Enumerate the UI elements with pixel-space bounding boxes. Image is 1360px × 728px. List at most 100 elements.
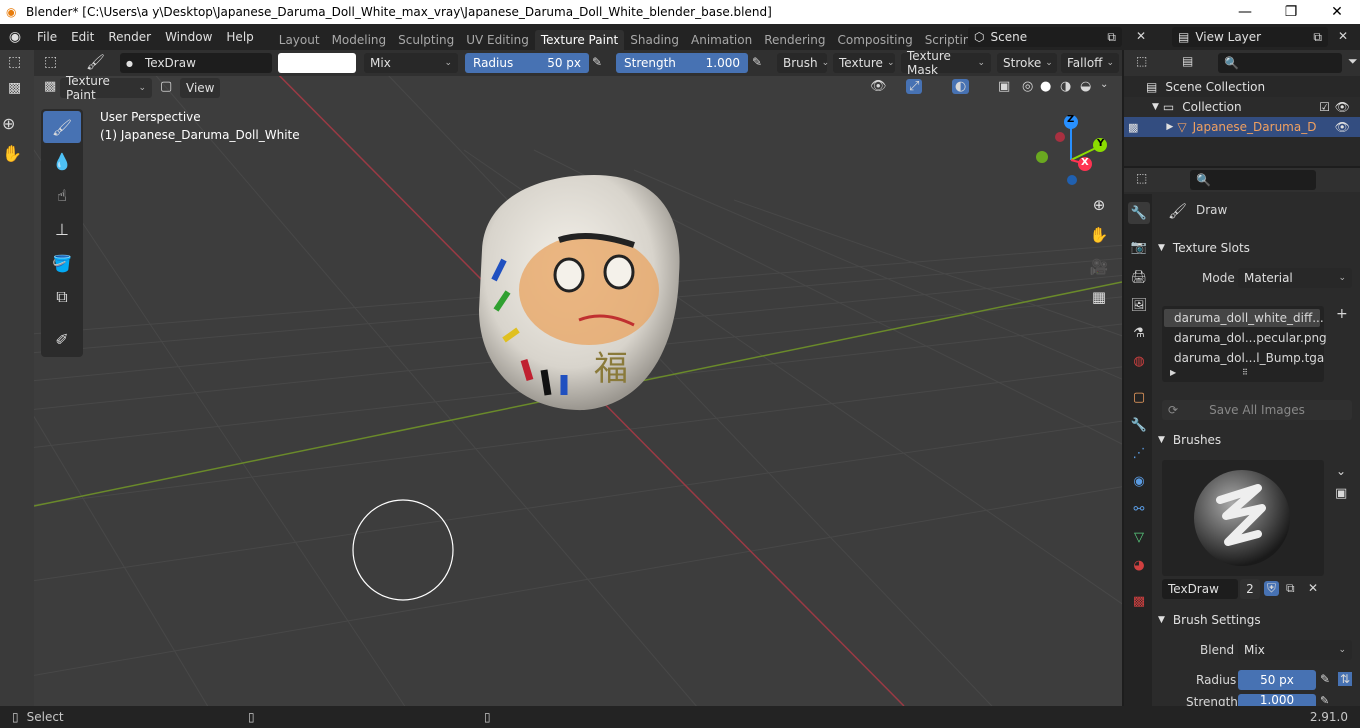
view-layer-new-icon[interactable]: ⧉ — [1313, 30, 1322, 45]
xray-toggle-icon[interactable]: ▣ — [998, 79, 1010, 94]
fake-user-shield-icon[interactable]: ⛨ — [1264, 581, 1280, 596]
data-tab-icon[interactable]: ▽ — [1128, 526, 1150, 548]
mask-tool-icon[interactable]: ⧉ — [43, 281, 81, 313]
visibility-icon[interactable]: 👁 — [870, 79, 887, 94]
outliner-row-scene-collection[interactable]: ▤ Scene Collection — [1124, 77, 1360, 97]
view-menu[interactable]: View — [180, 78, 220, 98]
menu-help[interactable]: Help — [219, 30, 260, 44]
outliner-search-input[interactable]: 🔍 — [1218, 53, 1342, 73]
eye-icon[interactable]: 👁 — [1335, 120, 1350, 134]
menu-brush[interactable]: Brush ⌄ — [777, 53, 829, 73]
brush-name-field[interactable]: ● TexDraw — [120, 53, 272, 73]
brush-specials-chevron-icon[interactable]: ⌄ — [1336, 464, 1346, 478]
menu-edit[interactable]: Edit — [64, 30, 101, 44]
mask-toggle-icon[interactable]: ▢ — [160, 79, 172, 94]
list-resize-handle[interactable]: ⠿ — [1242, 368, 1248, 377]
scene-selector[interactable]: ⬡ Scene ⧉ — [968, 27, 1122, 47]
eye-icon[interactable]: 👁 — [1335, 100, 1350, 114]
particles-tab-icon[interactable]: ⋰ — [1128, 442, 1150, 464]
annotate-tool-icon[interactable]: ✐ — [43, 323, 81, 355]
color-swatch[interactable] — [278, 53, 356, 73]
expand-object-icon[interactable]: ▶ — [1166, 122, 1173, 132]
brushes-panel-header[interactable]: ▼ Brushes — [1158, 429, 1354, 451]
tab-layout[interactable]: Layout — [273, 30, 326, 50]
zoom-icon[interactable]: ⊕ — [1086, 192, 1112, 218]
brush-preview[interactable] — [1162, 460, 1324, 576]
rendered-shading-icon[interactable]: ◒ — [1080, 79, 1091, 94]
filter-icon[interactable]: ⏷ — [1348, 54, 1358, 69]
tab-rendering[interactable]: Rendering — [758, 30, 831, 50]
navigation-gizmo[interactable] — [1036, 115, 1107, 185]
mode-dropdown[interactable]: Texture Paint ⌄ — [60, 74, 152, 102]
menu-render[interactable]: Render — [101, 30, 158, 44]
radius-slider[interactable]: Radius 50 px — [465, 53, 589, 73]
expand-collection-icon[interactable]: ▼ — [1152, 102, 1159, 112]
radius-pressure-icon[interactable]: ✎ — [592, 55, 602, 69]
close-button[interactable]: ✕ — [1314, 0, 1360, 24]
strength-pressure-icon[interactable]: ✎ — [752, 55, 762, 69]
tool-tab-icon[interactable]: 🔧 — [1128, 202, 1150, 224]
tab-shading[interactable]: Shading — [624, 30, 685, 50]
list-item[interactable]: daruma_dol...pecular.png — [1164, 329, 1327, 347]
menu-stroke[interactable]: Stroke ⌄ — [997, 53, 1057, 73]
modifier-tab-icon[interactable]: 🔧 — [1128, 414, 1150, 436]
tab-animation[interactable]: Animation — [685, 30, 758, 50]
scene-tab-icon[interactable]: ⚗ — [1128, 322, 1150, 344]
texture-mode-dropdown[interactable]: Material ⌄ — [1238, 268, 1352, 288]
zoom-icon[interactable]: ⊕ — [2, 114, 15, 133]
draw-tool-icon[interactable]: 🖌 — [43, 111, 81, 143]
wireframe-shading-icon[interactable]: ◎ — [1022, 79, 1033, 94]
menu-falloff[interactable]: Falloff ⌄ — [1061, 53, 1119, 73]
tab-compositing[interactable]: Compositing — [831, 30, 918, 50]
properties-search-input[interactable]: 🔍 — [1190, 170, 1316, 190]
view-layer-close-icon[interactable]: ✕ — [1338, 29, 1348, 43]
gizmo-toggle-icon[interactable]: ⤢ — [906, 79, 923, 94]
camera-icon[interactable]: 🎥 — [1086, 254, 1112, 280]
add-slot-button[interactable]: + — [1336, 306, 1348, 322]
brush-name-input[interactable]: TexDraw — [1162, 579, 1238, 599]
blender-menu-icon[interactable]: ◉ — [0, 29, 30, 45]
pan-hand-icon[interactable]: ✋ — [2, 144, 22, 163]
editor-type-icon[interactable]: ⬚ — [44, 54, 57, 70]
pan-hand-icon[interactable]: ✋ — [1086, 222, 1112, 248]
shading-options-chevron-icon[interactable]: ⌄ — [1100, 79, 1108, 90]
editor-type-icon[interactable]: ⬚ — [1136, 171, 1147, 185]
brush-blend-dropdown[interactable]: Mix ⌄ — [1238, 640, 1352, 660]
brush-image-icon[interactable]: ▣ — [1335, 486, 1347, 501]
tab-modeling[interactable]: Modeling — [326, 30, 393, 50]
smear-tool-icon[interactable]: ☝ — [43, 179, 81, 211]
view-layer-selector[interactable]: ▤ View Layer ⧉ — [1172, 27, 1328, 47]
material-shading-icon[interactable]: ◑ — [1060, 79, 1071, 94]
display-mode-icon[interactable]: ▤ — [1182, 54, 1193, 68]
ortho-grid-icon[interactable]: ▦ — [1086, 284, 1112, 310]
save-all-images-button[interactable]: ⟳ Save All Images — [1162, 400, 1352, 420]
material-tab-icon[interactable]: ◕ — [1128, 554, 1150, 576]
editor-type-icon[interactable]: ⬚ — [1136, 54, 1147, 68]
outliner-row-object[interactable]: ▩ ▶ ▽ Japanese_Daruma_D 👁 — [1124, 117, 1360, 137]
maximize-button[interactable]: ❐ — [1268, 0, 1314, 24]
duplicate-brush-icon[interactable]: ⧉ — [1286, 581, 1295, 596]
strength-slider[interactable]: Strength 1.000 — [616, 53, 748, 73]
list-item[interactable]: daruma_dol...l_Bump.tga — [1164, 349, 1324, 367]
3d-viewport[interactable]: 福 Z Y X User Perspective (1) Japanese_Da… — [34, 50, 1122, 706]
unlink-brush-icon[interactable]: ✕ — [1308, 581, 1318, 595]
clone-tool-icon[interactable]: ⊥ — [43, 213, 81, 245]
solid-shading-icon[interactable]: ● — [1040, 79, 1051, 94]
world-tab-icon[interactable]: ◍ — [1128, 350, 1150, 372]
blend-mode-dropdown[interactable]: Mix ⌄ — [364, 53, 458, 73]
physics-tab-icon[interactable]: ◉ — [1128, 470, 1150, 492]
brush-radius-slider[interactable]: 50 px — [1238, 670, 1316, 690]
scene-close-icon[interactable]: ✕ — [1136, 29, 1146, 43]
output-tab-icon[interactable]: 🖨 — [1128, 266, 1150, 288]
object-tab-icon[interactable]: ▢ — [1128, 386, 1150, 408]
menu-window[interactable]: Window — [158, 30, 219, 44]
menu-texture[interactable]: Texture ⌄ — [833, 53, 895, 73]
tab-sculpting[interactable]: Sculpting — [392, 30, 460, 50]
list-item[interactable]: daruma_doll_white_diff... — [1164, 309, 1324, 327]
menu-texture-mask[interactable]: Texture Mask ⌄ — [901, 49, 991, 77]
editor-type-icon[interactable]: ⬚ — [8, 54, 21, 70]
daruma-doll[interactable]: 福 — [479, 175, 680, 411]
radius-pressure-icon[interactable]: ✎ — [1320, 672, 1330, 686]
soften-tool-icon[interactable]: 💧 — [43, 145, 81, 177]
texture-tab-icon[interactable]: ▩ — [1128, 590, 1150, 612]
